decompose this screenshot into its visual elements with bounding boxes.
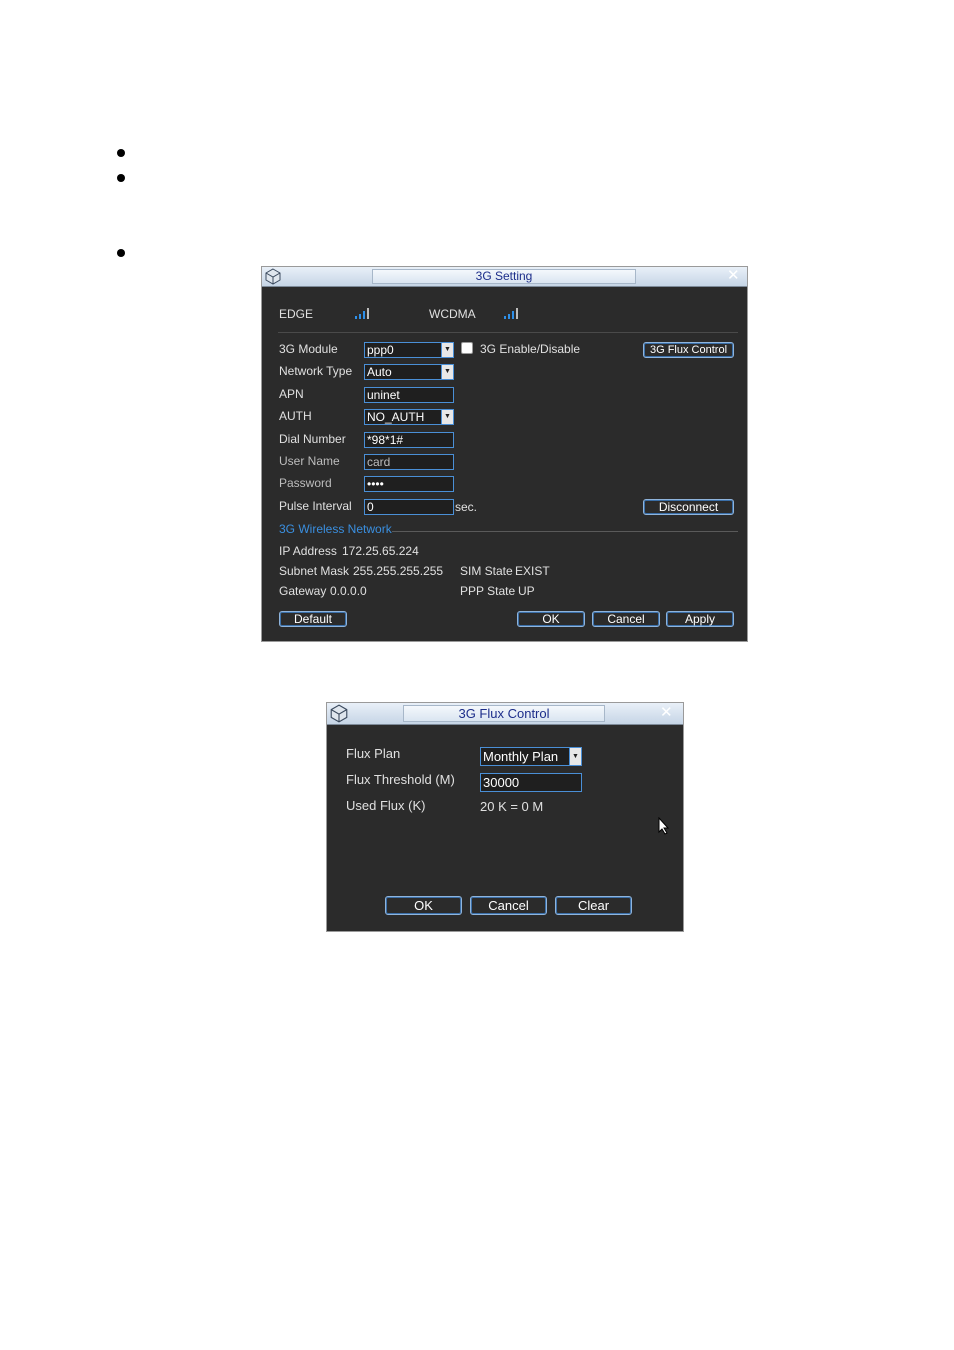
dial-number-label: Dial Number — [279, 432, 346, 446]
network-type-select[interactable]: Auto ▼ — [364, 364, 454, 380]
password-label: Password — [279, 476, 332, 490]
auth-select[interactable]: NO_AUTH ▼ — [364, 409, 454, 425]
dial-number-input[interactable]: *98*1# — [364, 432, 454, 448]
auth-label: AUTH — [279, 409, 312, 423]
cancel-button[interactable]: Cancel — [592, 611, 660, 627]
flux-threshold-input[interactable]: 30000 — [480, 773, 582, 792]
enable-label: 3G Enable/Disable — [480, 342, 581, 356]
chevron-down-icon[interactable]: ▼ — [441, 410, 453, 424]
flux-control-button[interactable]: 3G Flux Control — [643, 342, 734, 358]
gateway-label: Gateway — [279, 584, 327, 598]
disconnect-button[interactable]: Disconnect — [643, 499, 734, 515]
module-value: ppp0 — [367, 343, 394, 357]
divider — [278, 332, 738, 333]
divider — [392, 531, 738, 532]
sim-state-value: EXIST — [515, 564, 550, 578]
module-select[interactable]: ppp0 ▼ — [364, 342, 454, 358]
ip-address-label: IP Address — [279, 544, 337, 558]
network-type-value: Auto — [367, 365, 392, 379]
apn-label: APN — [279, 387, 304, 401]
flux-plan-value: Monthly Plan — [483, 749, 559, 764]
user-name-input[interactable]: card — [364, 454, 454, 470]
signal-icon — [355, 307, 375, 319]
ip-address-value: 172.25.65.224 — [342, 544, 419, 558]
app-icon — [265, 268, 281, 285]
bullet-2 — [117, 174, 125, 182]
wcdma-label: WCDMA — [429, 307, 476, 321]
pulse-interval-input[interactable]: 0 — [364, 499, 454, 515]
cancel-button[interactable]: Cancel — [470, 896, 547, 915]
bullet-1 — [117, 149, 125, 157]
wireless-section-title: 3G Wireless Network — [279, 522, 392, 536]
cursor-icon — [658, 817, 670, 835]
chevron-down-icon[interactable]: ▼ — [569, 748, 581, 765]
gateway-value: 0.0.0.0 — [330, 584, 367, 598]
app-icon — [330, 704, 348, 723]
dialog-title: 3G Setting — [372, 269, 636, 284]
sim-state-label: SIM State — [460, 564, 513, 578]
used-flux-label: Used Flux (K) — [346, 798, 426, 813]
chevron-down-icon[interactable]: ▼ — [441, 365, 453, 379]
edge-label: EDGE — [279, 307, 314, 321]
title-bar[interactable]: 3G Flux Control ✕ — [327, 703, 683, 725]
ppp-state-label: PPP State — [460, 584, 516, 598]
chevron-down-icon[interactable]: ▼ — [441, 343, 453, 357]
auth-value: NO_AUTH — [367, 410, 425, 424]
flux-plan-select[interactable]: Monthly Plan ▼ — [480, 747, 582, 766]
pulse-interval-label: Pulse Interval — [279, 499, 352, 513]
bullet-3 — [117, 249, 125, 257]
subnet-mask-label: Subnet Mask — [279, 564, 350, 578]
subnet-mask-value: 255.255.255.255 — [353, 564, 444, 578]
password-input[interactable]: •••• — [364, 476, 454, 492]
title-bar[interactable]: 3G Setting ✕ — [262, 267, 747, 287]
dialog-title: 3G Flux Control — [403, 705, 605, 722]
close-icon[interactable]: ✕ — [727, 268, 740, 284]
user-name-label: User Name — [279, 454, 340, 468]
ppp-state-value: UP — [518, 584, 535, 598]
module-label: 3G Module — [279, 342, 338, 356]
pulse-unit: sec. — [455, 500, 478, 514]
flux-control-dialog: 3G Flux Control ✕ Flux Plan Monthly Plan… — [326, 702, 684, 932]
close-icon[interactable]: ✕ — [660, 705, 673, 721]
apn-input[interactable]: uninet — [364, 387, 454, 403]
3g-setting-dialog: 3G Setting ✕ EDGE WCDMA 3G Module ppp0 ▼… — [261, 266, 748, 642]
network-type-label: Network Type — [279, 364, 353, 378]
clear-button[interactable]: Clear — [555, 896, 632, 915]
flux-plan-label: Flux Plan — [346, 746, 401, 761]
apply-button[interactable]: Apply — [666, 611, 734, 627]
used-flux-value: 20 K = 0 M — [480, 799, 544, 814]
ok-button[interactable]: OK — [385, 896, 462, 915]
signal-icon — [504, 307, 524, 319]
flux-threshold-label: Flux Threshold (M) — [346, 772, 455, 787]
default-button[interactable]: Default — [279, 611, 347, 627]
ok-button[interactable]: OK — [517, 611, 585, 627]
enable-checkbox[interactable] — [461, 342, 473, 354]
